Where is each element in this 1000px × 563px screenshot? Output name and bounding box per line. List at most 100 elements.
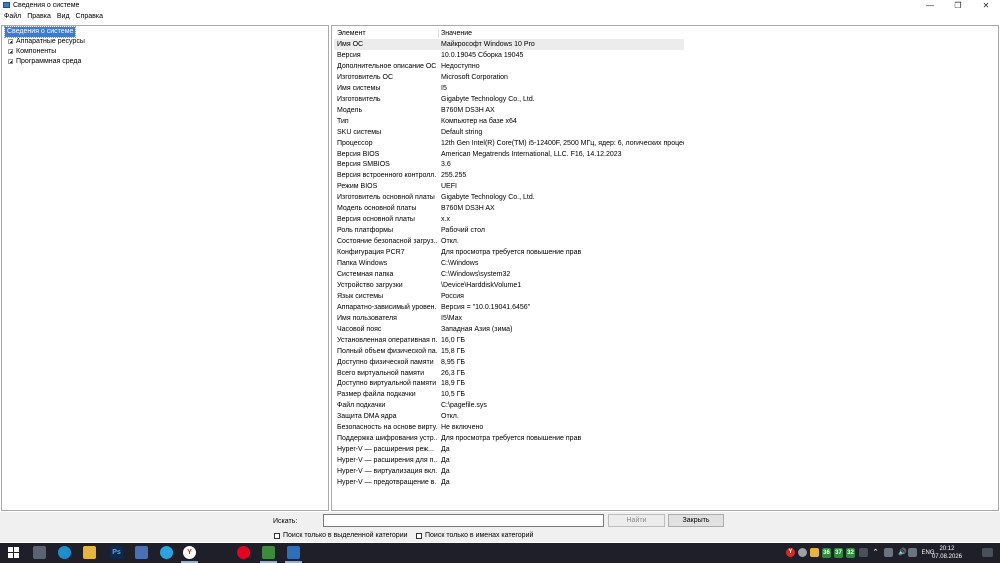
- tray-app-icon[interactable]: [859, 548, 868, 557]
- table-row[interactable]: Версия BIOS American Megatrends Internati…: [334, 149, 684, 160]
- table-row[interactable]: Роль платформы Рабочий стол: [334, 225, 684, 236]
- menu-edit[interactable]: Правка: [27, 11, 51, 23]
- row-item: Модель: [337, 106, 363, 114]
- row-item: Доступно виртуальной памяти: [337, 380, 437, 388]
- details-list[interactable]: Элемент Значение Имя ОС Майкрософт Window…: [331, 25, 999, 511]
- expand-icon[interactable]: [8, 49, 13, 54]
- tray-app-icon[interactable]: [810, 548, 819, 557]
- table-row[interactable]: Состояние безопасной загруз... Откл.: [334, 236, 684, 247]
- minimize-button[interactable]: —: [916, 0, 944, 11]
- temperature-tray-icon[interactable]: 32: [846, 548, 855, 558]
- table-row[interactable]: Конфигурация PCR7 Для просмотра требуется…: [334, 247, 684, 258]
- volume-icon[interactable]: 🔊: [898, 548, 907, 557]
- table-row[interactable]: Безопасность на основе вирту... Не включе…: [334, 422, 684, 433]
- close-window-button[interactable]: ✕: [972, 0, 1000, 11]
- row-value: Компьютер на базе x64: [441, 117, 517, 125]
- table-row[interactable]: Версия основной платы x.x: [334, 214, 684, 225]
- table-row[interactable]: Язык системы Россия: [334, 291, 684, 302]
- column-separator[interactable]: [438, 29, 439, 38]
- table-row[interactable]: Имя ОС Майкрософт Windows 10 Pro: [334, 39, 684, 50]
- search-selected-category-option[interactable]: Поиск только в выделенной категории: [274, 531, 408, 540]
- table-row[interactable]: Защита DMA ядра Откл.: [334, 411, 684, 422]
- telegram-icon[interactable]: [160, 546, 173, 559]
- column-header-item[interactable]: Элемент: [337, 28, 366, 39]
- menu-view[interactable]: Вид: [57, 11, 70, 23]
- row-value: C:\pagefile.sys: [441, 402, 487, 410]
- calculator-icon[interactable]: [33, 546, 46, 559]
- system-info-taskbar-icon[interactable]: [287, 546, 300, 559]
- yandex-browser-icon[interactable]: Y: [183, 546, 196, 559]
- table-row[interactable]: Модель основной платы B760M DS3H AX: [334, 203, 684, 214]
- table-row[interactable]: Версия встроенного контролл... 255.255: [334, 170, 684, 181]
- row-item: Конфигурация PCR7: [337, 249, 405, 257]
- tree-item-system-summary[interactable]: Сведения о системе: [3, 26, 77, 38]
- table-row[interactable]: Файл подкачки C:\pagefile.sys: [334, 400, 684, 411]
- table-row[interactable]: Модель B760M DS3H AX: [334, 105, 684, 116]
- table-row[interactable]: Поддержка шифрования устр... Для просмотр…: [334, 433, 684, 444]
- checkbox[interactable]: [416, 532, 422, 539]
- table-row[interactable]: Размер файла подкачки 10,5 ГБ: [334, 389, 684, 400]
- temperature-tray-icon[interactable]: 37: [834, 548, 843, 558]
- checkbox[interactable]: [274, 532, 280, 539]
- table-row[interactable]: Имя пользователя I5\Max: [334, 313, 684, 324]
- search-category-names-option[interactable]: Поиск только в именах категорий: [416, 531, 533, 540]
- menu-file[interactable]: Файл: [4, 11, 21, 23]
- menu-help[interactable]: Справка: [76, 11, 103, 23]
- table-row[interactable]: Доступно виртуальной памяти 18,9 ГБ: [334, 378, 684, 389]
- close-button[interactable]: Закрыть: [668, 514, 724, 527]
- expand-icon[interactable]: [8, 39, 13, 44]
- table-row[interactable]: Часовой пояс Западная Азия (зима): [334, 324, 684, 335]
- row-value: Недоступно: [441, 62, 480, 70]
- table-row[interactable]: Hyper-V — предотвращение в... Да: [334, 477, 684, 488]
- column-header-value[interactable]: Значение: [441, 28, 472, 39]
- yandex-tray-icon[interactable]: Y: [786, 548, 795, 557]
- table-row[interactable]: Аппаратно-зависимый уровен... Версия = "1…: [334, 302, 684, 313]
- image-viewer-icon[interactable]: [262, 546, 275, 559]
- table-row[interactable]: Системная папка C:\Windows\system32: [334, 269, 684, 280]
- table-row[interactable]: Тип Компьютер на базе x64: [334, 116, 684, 127]
- network-icon[interactable]: [884, 548, 893, 557]
- save-disk-icon[interactable]: [135, 546, 148, 559]
- table-row[interactable]: Hyper-V — виртуализация вкл... Да: [334, 466, 684, 477]
- row-value: 255.255: [441, 172, 467, 180]
- row-value: 8,95 ГБ: [441, 358, 465, 366]
- table-row[interactable]: Изготовитель основной платы Gigabyte Tech…: [334, 192, 684, 203]
- tray-app-icon[interactable]: [908, 548, 917, 557]
- table-row[interactable]: Процессор 12th Gen Intel(R) Core(TM) i5-1…: [334, 138, 684, 149]
- table-row[interactable]: Имя системы I5: [334, 83, 684, 94]
- table-row[interactable]: Режим BIOS UEFI: [334, 181, 684, 192]
- table-row[interactable]: Версия 10.0.19045 Сборка 19045: [334, 50, 684, 61]
- photoshop-icon[interactable]: Ps: [110, 546, 123, 559]
- table-row[interactable]: Всего виртуальной памяти 26,3 ГБ: [334, 368, 684, 379]
- pinterest-icon[interactable]: [237, 546, 250, 559]
- table-row[interactable]: Установленная оперативная п... 16,0 ГБ: [334, 335, 684, 346]
- clock[interactable]: 20:12 07.08.2026: [932, 545, 962, 561]
- row-item: Версия BIOS: [337, 150, 380, 158]
- table-row[interactable]: SKU системы Default string: [334, 127, 684, 138]
- restore-button[interactable]: ❐: [944, 0, 972, 11]
- table-row[interactable]: Папка Windows C:\Windows: [334, 258, 684, 269]
- table-row[interactable]: Версия SMBIOS 3.6: [334, 159, 684, 170]
- table-row[interactable]: Доступно физической памяти 8,95 ГБ: [334, 357, 684, 368]
- table-row[interactable]: Дополнительное описание ОС Недоступно: [334, 61, 684, 72]
- tray-app-icon[interactable]: [798, 548, 807, 557]
- table-row[interactable]: Устройство загрузки \Device\HarddiskVolum…: [334, 280, 684, 291]
- table-row[interactable]: Hyper-V — расширения реж... Да: [334, 444, 684, 455]
- chevron-up-icon[interactable]: ⌃: [871, 548, 880, 557]
- category-tree[interactable]: Сведения о системе Аппаратные ресурсы Ко…: [1, 25, 329, 511]
- expand-icon[interactable]: [8, 59, 13, 64]
- table-row[interactable]: Полный объем физической па... 15,8 ГБ: [334, 346, 684, 357]
- windows-start-icon[interactable]: [7, 546, 20, 559]
- file-explorer-icon[interactable]: [83, 546, 96, 559]
- edge-browser-icon[interactable]: [58, 546, 71, 559]
- table-row[interactable]: Изготовитель ОС Microsoft Corporation: [334, 72, 684, 83]
- row-item: Состояние безопасной загруз...: [337, 238, 437, 246]
- notification-icon[interactable]: [982, 548, 993, 557]
- temperature-tray-icon[interactable]: 36: [822, 548, 831, 558]
- table-row[interactable]: Hyper-V — расширения для п... Да: [334, 455, 684, 466]
- table-row[interactable]: Изготовитель Gigabyte Technology Co., Ltd…: [334, 94, 684, 105]
- find-button[interactable]: Найти: [608, 514, 665, 527]
- search-input[interactable]: [323, 514, 604, 527]
- row-value: Microsoft Corporation: [441, 73, 508, 81]
- row-value: Не включено: [441, 424, 484, 432]
